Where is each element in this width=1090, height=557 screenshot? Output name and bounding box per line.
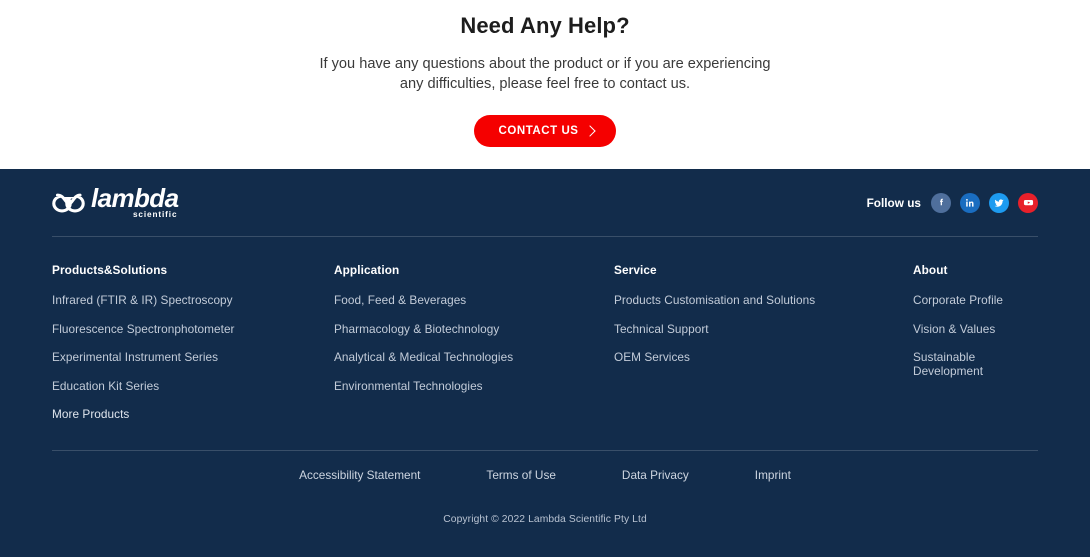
logo-wordmark: lambda xyxy=(91,182,179,213)
social-follow-group: Follow us xyxy=(866,192,1038,213)
legal-link-data-privacy[interactable]: Data Privacy xyxy=(622,468,689,482)
footer-inner: lambda scientific Follow us Products&Sol… xyxy=(52,169,1038,525)
copyright-text: Copyright © 2022 Lambda Scientific Pty L… xyxy=(443,513,647,525)
logo-text: lambda scientific xyxy=(91,182,179,220)
column-heading-service: Service xyxy=(614,263,657,277)
column-heading-about: About xyxy=(913,263,948,277)
link-products-customisation[interactable]: Products Customisation and Solutions xyxy=(614,293,913,307)
footer-column-application: Application Food, Feed & Beverages Pharm… xyxy=(334,263,614,436)
legal-link-terms-of-use[interactable]: Terms of Use xyxy=(486,468,556,482)
link-oem-services[interactable]: OEM Services xyxy=(614,350,913,364)
link-education-kit-series[interactable]: Education Kit Series xyxy=(52,379,334,393)
column-heading-application: Application xyxy=(334,263,400,277)
link-technical-support[interactable]: Technical Support xyxy=(614,322,913,336)
link-food-feed-beverages[interactable]: Food, Feed & Beverages xyxy=(334,293,614,307)
page-title: Need Any Help? xyxy=(460,13,630,38)
link-more-products[interactable]: More Products xyxy=(52,407,334,421)
footer-column-about: About Corporate Profile Vision & Values … xyxy=(913,263,1038,436)
legal-link-imprint[interactable]: Imprint xyxy=(755,468,791,482)
need-help-section: Need Any Help? If you have any questions… xyxy=(0,0,1090,169)
chevron-right-icon xyxy=(583,125,596,137)
facebook-icon[interactable] xyxy=(931,192,951,213)
link-vision-values[interactable]: Vision & Values xyxy=(913,322,1038,336)
footer-top-bar: lambda scientific Follow us xyxy=(52,169,1038,236)
link-pharmacology-biotechnology[interactable]: Pharmacology & Biotechnology xyxy=(334,322,614,336)
link-analytical-medical-technologies[interactable]: Analytical & Medical Technologies xyxy=(334,350,614,364)
link-infrared-spectroscopy[interactable]: Infrared (FTIR & IR) Spectroscopy xyxy=(52,293,334,307)
contact-us-button[interactable]: CONTACT US xyxy=(474,115,616,148)
link-experimental-instrument-series[interactable]: Experimental Instrument Series xyxy=(52,350,334,364)
twitter-icon[interactable] xyxy=(989,192,1009,213)
link-fluorescence-spectronphotometer[interactable]: Fluorescence Spectronphotometer xyxy=(52,322,334,336)
cta-container: CONTACT US xyxy=(474,115,616,148)
legal-links-row: Accessibility Statement Terms of Use Dat… xyxy=(52,451,1038,482)
follow-us-label: Follow us xyxy=(866,195,921,210)
youtube-icon[interactable] xyxy=(1018,192,1038,213)
link-corporate-profile[interactable]: Corporate Profile xyxy=(913,293,1038,307)
legal-link-accessibility-statement[interactable]: Accessibility Statement xyxy=(299,468,420,482)
divider-bottom-wrap xyxy=(52,436,1038,451)
site-footer: lambda scientific Follow us Products&Sol… xyxy=(0,169,1090,557)
linkedin-icon[interactable] xyxy=(960,192,980,213)
logo-subtitle: scientific xyxy=(132,210,178,220)
column-heading-products: Products&Solutions xyxy=(52,263,168,277)
help-description: If you have any questions about the prod… xyxy=(319,55,771,93)
link-sustainable-development[interactable]: Sustainable Development xyxy=(913,350,1038,378)
lambda-infinity-logo-icon xyxy=(52,192,85,219)
link-environmental-technologies[interactable]: Environmental Technologies xyxy=(334,379,614,393)
footer-column-service: Service Products Customisation and Solut… xyxy=(614,263,913,436)
brand-logo[interactable]: lambda scientific xyxy=(52,182,179,220)
footer-column-products: Products&Solutions Infrared (FTIR & IR) … xyxy=(52,263,334,436)
contact-us-label: CONTACT US xyxy=(498,125,579,138)
footer-link-columns: Products&Solutions Infrared (FTIR & IR) … xyxy=(52,237,1038,436)
